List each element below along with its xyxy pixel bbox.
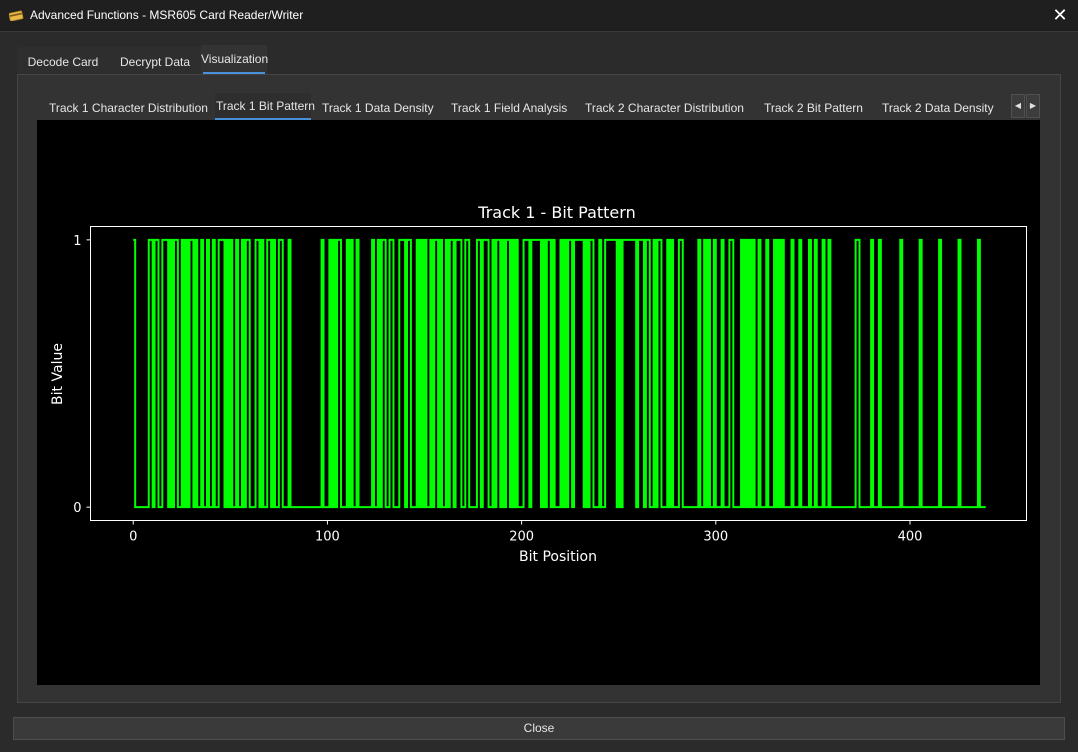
tab-track1-bit-pattern[interactable]: Track 1 Bit Pattern — [215, 93, 315, 120]
tab-track1-field-analysis[interactable]: Track 1 Field Analysis — [451, 93, 567, 120]
bit-pattern-chart: Track 1 - Bit Pattern 0 100 200 300 400 0 1 Bi… — [50, 203, 1027, 565]
y-tick-label: 1 — [73, 234, 81, 249]
tab-label: Track 1 Data Density — [322, 101, 434, 115]
tab-label: Track 2 Character Distribution — [585, 101, 744, 115]
x-tick-label: 0 — [129, 530, 137, 545]
title-bar: Advanced Functions - MSR605 Card Reader/… — [0, 0, 1078, 32]
x-axis-label: Bit Position — [519, 549, 597, 565]
tab-label: Decode Card — [27, 55, 99, 69]
tab-label: Visualization — [201, 52, 269, 66]
x-tick-label: 300 — [703, 530, 728, 545]
tab-track2-data-density[interactable]: Track 2 Data Density — [882, 93, 994, 120]
close-button[interactable]: Close — [13, 717, 1065, 740]
close-button-label: Close — [523, 721, 555, 735]
close-icon[interactable]: ✕ — [1050, 5, 1070, 25]
tab-decrypt-data[interactable]: Decrypt Data — [109, 47, 201, 74]
tab-label: Track 1 Bit Pattern — [216, 99, 315, 113]
chart-title: Track 1 - Bit Pattern — [477, 203, 635, 222]
tab-visualization[interactable]: Visualization — [201, 45, 269, 74]
y-tick-label: 0 — [73, 501, 81, 516]
tab-track2-bit-pattern[interactable]: Track 2 Bit Pattern — [764, 93, 863, 120]
tab-label: Track 1 Field Analysis — [451, 101, 568, 115]
tab-decode-card[interactable]: Decode Card — [17, 47, 109, 74]
tab-track1-character-distribution[interactable]: Track 1 Character Distribution — [49, 93, 208, 120]
x-tick-label: 100 — [315, 530, 340, 545]
inner-tab-bar: Track 1 Character Distribution Track 1 B… — [37, 93, 1012, 120]
x-tick-label: 400 — [898, 530, 923, 545]
y-axis-label: Bit Value — [50, 343, 66, 405]
bit-pattern-series — [133, 238, 986, 509]
triangle-left-icon[interactable]: ◀ — [1011, 94, 1025, 118]
x-tick-label: 200 — [509, 530, 534, 545]
triangle-right-icon[interactable]: ▶ — [1026, 94, 1040, 118]
window-title: Advanced Functions - MSR605 Card Reader/… — [30, 8, 304, 22]
tab-scroll-buttons: ◀ ▶ — [1011, 94, 1040, 118]
tab-label: Track 1 Character Distribution — [49, 101, 208, 115]
tab-label: Track 2 Bit Pattern — [764, 101, 863, 115]
tab-track2-character-distribution[interactable]: Track 2 Character Distribution — [585, 93, 744, 120]
card-icon — [9, 10, 24, 21]
tab-label: Track 2 Data Density — [882, 101, 994, 115]
tab-track1-data-density[interactable]: Track 1 Data Density — [322, 93, 434, 120]
tab-label: Decrypt Data — [119, 55, 191, 69]
chart-canvas: Track 1 - Bit Pattern 0 100 200 300 400 0 1 Bi… — [37, 120, 1040, 685]
